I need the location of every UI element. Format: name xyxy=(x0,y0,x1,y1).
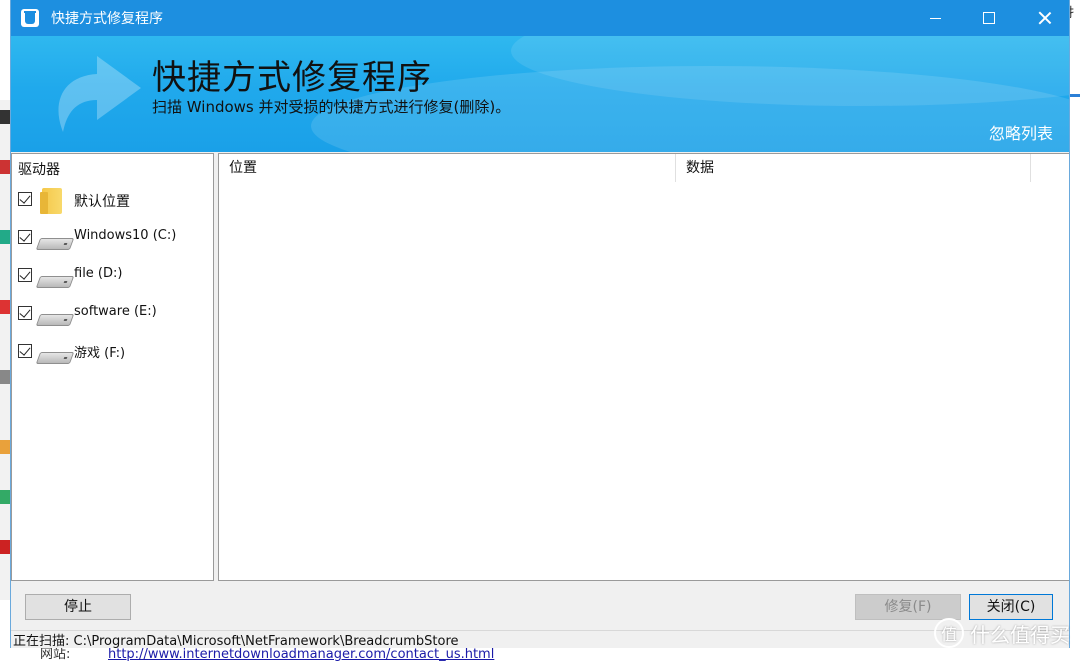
banner-title: 快捷方式修复程序 xyxy=(152,58,432,98)
shortcut-repair-window: 快捷方式修复程序 快捷方式修复程序 扫描 Windows 并对受损的快捷方式进行… xyxy=(10,0,1070,661)
maximize-icon xyxy=(983,12,995,24)
background-url-link[interactable]: http://www.internetdownloadmanager.com/c… xyxy=(108,648,494,661)
header-banner: 快捷方式修复程序 扫描 Windows 并对受损的快捷方式进行修复(删除)。 忽… xyxy=(11,36,1069,152)
watermark: 值 什么值得买 xyxy=(934,616,1070,650)
background-label: 网站: xyxy=(40,648,71,661)
drive-item-c[interactable]: Windows10 (C:) xyxy=(12,222,213,260)
close-icon xyxy=(1038,11,1052,25)
drives-panel: 驱动器 默认位置 Windows10 (C:) file (D:) softwa… xyxy=(11,153,214,581)
background-window-right: 扌 xyxy=(1067,0,1080,100)
minimize-button[interactable] xyxy=(911,0,959,36)
drive-item-e[interactable]: software (E:) xyxy=(12,298,213,336)
drive-item-d[interactable]: file (D:) xyxy=(12,260,213,298)
checkbox-checked[interactable] xyxy=(18,192,32,206)
hard-drive-icon xyxy=(35,238,75,250)
watermark-logo-icon: 值 xyxy=(934,618,964,648)
banner-subtitle: 扫描 Windows 并对受损的快捷方式进行修复(删除)。 xyxy=(152,98,511,116)
title-bar[interactable]: 快捷方式修复程序 xyxy=(11,0,1069,36)
drives-header: 驱动器 xyxy=(18,162,60,178)
window-title: 快捷方式修复程序 xyxy=(51,11,163,27)
watermark-text: 什么值得买 xyxy=(970,622,1070,647)
drive-item-f[interactable]: 游戏 (F:) xyxy=(12,336,213,374)
maximize-button[interactable] xyxy=(965,0,1013,36)
drive-label: 游戏 (F:) xyxy=(74,346,126,361)
app-icon xyxy=(21,9,39,27)
drive-label: software (E:) xyxy=(74,304,157,319)
column-header-data[interactable]: 数据 xyxy=(676,154,1031,182)
stop-button[interactable]: 停止 xyxy=(25,594,131,620)
column-header-location[interactable]: 位置 xyxy=(219,154,676,182)
checkbox-checked[interactable] xyxy=(18,268,32,282)
drive-item-default-location[interactable]: 默认位置 xyxy=(12,184,213,222)
checkbox-checked[interactable] xyxy=(18,230,32,244)
hard-drive-icon xyxy=(35,352,75,364)
background-desktop-left xyxy=(0,100,10,600)
hard-drive-icon xyxy=(35,314,75,326)
shortcut-arrow-icon xyxy=(58,56,141,132)
drive-list: 默认位置 Windows10 (C:) file (D:) software (… xyxy=(12,184,213,374)
background-window-bottom: 网站: http://www.internetdownloadmanager.c… xyxy=(0,648,1080,661)
drive-label: Windows10 (C:) xyxy=(74,228,177,243)
drive-label: 默认位置 xyxy=(74,194,130,210)
drive-label: file (D:) xyxy=(74,266,123,281)
background-accent-line xyxy=(1070,94,1080,97)
close-window-button[interactable] xyxy=(1021,0,1069,36)
folder-icon xyxy=(40,188,62,214)
checkbox-checked[interactable] xyxy=(18,344,32,358)
checkbox-checked[interactable] xyxy=(18,306,32,320)
hard-drive-icon xyxy=(35,276,75,288)
ignore-list-link[interactable]: 忽略列表 xyxy=(989,120,1053,144)
results-list[interactable]: 位置 数据 xyxy=(218,153,1069,581)
minimize-icon xyxy=(929,17,941,19)
